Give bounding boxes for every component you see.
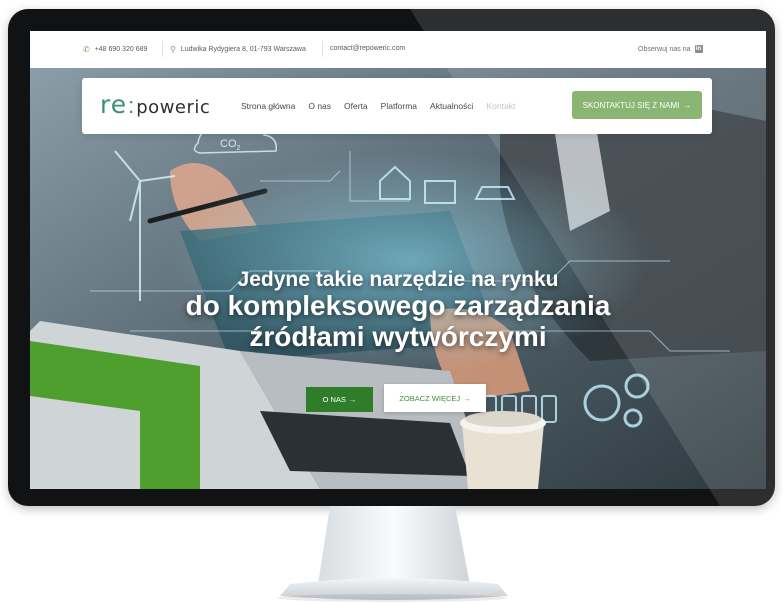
email-link[interactable]: contact@repoweric.com bbox=[330, 45, 405, 52]
email-contact[interactable]: contact@repoweric.com bbox=[330, 45, 405, 52]
phone-icon: ✆ bbox=[83, 45, 90, 54]
hero-section: Jedyne takie narzędzie na rynku do kompl… bbox=[30, 68, 766, 489]
arrow-right-icon: → bbox=[463, 393, 471, 403]
hero-headline-line-3: źródłami wytwórczymi bbox=[249, 321, 547, 352]
about-us-button[interactable]: O NAS → bbox=[306, 387, 373, 412]
phone-contact[interactable]: ✆ +48 690 320 689 bbox=[83, 45, 147, 54]
location-pin-icon: ⚲ bbox=[170, 45, 176, 54]
phone-number[interactable]: +48 690 320 689 bbox=[95, 46, 148, 53]
see-more-button[interactable]: ZOBACZ WIĘCEJ → bbox=[384, 384, 486, 412]
divider bbox=[322, 41, 323, 57]
divider bbox=[162, 41, 163, 57]
linkedin-icon[interactable]: in bbox=[694, 45, 703, 53]
hero-headline-line-1: Jedyne takie narzędzie na rynku bbox=[237, 268, 559, 291]
address-contact: ⚲ Ludwika Rydygiera 8, 01-793 Warszawa bbox=[170, 45, 306, 54]
hero-headline-line-2: do kompleksowego zarządzania bbox=[185, 290, 611, 321]
website-screen: CO2 ✆ +48 690 320 689 ⚲ Ludwika Rydygier… bbox=[30, 31, 766, 489]
address-text: Ludwika Rydygiera 8, 01-793 Warszawa bbox=[180, 46, 306, 53]
follow-label: Obserwuj nas na bbox=[638, 45, 691, 53]
arrow-right-icon: → bbox=[348, 395, 357, 404]
monitor-bezel: CO2 ✆ +48 690 320 689 ⚲ Ludwika Rydygier… bbox=[8, 9, 775, 506]
about-us-label: O NAS bbox=[322, 395, 346, 404]
top-info-bar: ✆ +48 690 320 689 ⚲ Ludwika Rydygiera 8,… bbox=[30, 31, 766, 68]
social-follow: Obserwuj nas na in bbox=[638, 45, 703, 53]
see-more-label: ZOBACZ WIĘCEJ bbox=[399, 393, 461, 403]
